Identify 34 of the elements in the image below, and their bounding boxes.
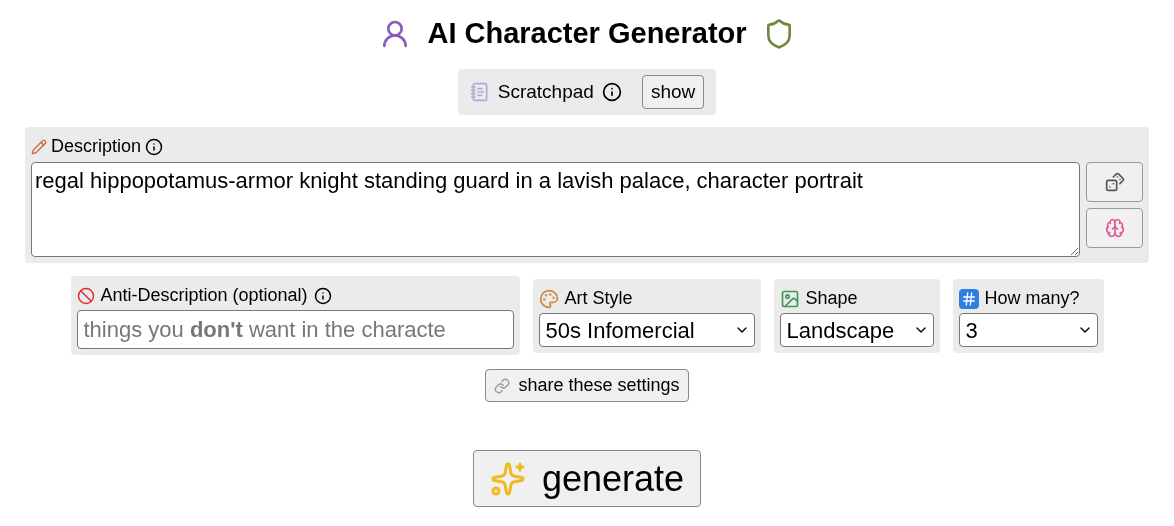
dropdown[interactable]: 3	[958, 313, 1098, 347]
info-icon[interactable]	[313, 286, 332, 305]
brain-icon	[1104, 218, 1125, 238]
dropdown[interactable]: Landscape	[779, 313, 934, 347]
info-icon[interactable]	[601, 81, 622, 102]
hash-icon	[958, 288, 979, 309]
select-label: How many?	[984, 287, 1080, 310]
pencil-icon	[31, 138, 47, 155]
link-icon	[494, 377, 511, 394]
page-title: AI Character Generator	[427, 16, 747, 51]
random-button[interactable]	[1086, 162, 1143, 202]
dropdown-value: Landscape	[786, 316, 895, 345]
brain-button[interactable]	[1086, 208, 1143, 248]
anti-description-field[interactable]: things you don't want in the characte	[76, 310, 514, 349]
dropdown-value: 3	[965, 316, 978, 345]
description-field[interactable]: regal hippopotamus-armor knight standing guard in a lavish palace, character portrait	[31, 162, 1080, 257]
anti-description-label: Anti-Description (optional)	[100, 284, 308, 307]
dropdown-value: 50s Infomercial	[545, 316, 695, 345]
share-button[interactable]: share these settings	[485, 369, 689, 402]
info-icon[interactable]	[145, 137, 164, 156]
notepad-icon	[469, 81, 490, 102]
dice-icon	[1104, 172, 1125, 192]
generate-button[interactable]: generate	[472, 450, 702, 507]
palette-icon	[538, 288, 559, 309]
show-button[interactable]: show	[641, 74, 705, 109]
prohibited-icon	[76, 286, 95, 305]
description-label: Description	[51, 135, 142, 158]
image-icon	[779, 288, 800, 309]
scratchpad-label: Scratchpad	[497, 79, 594, 104]
placeholder-text: things you don't want in the characte	[83, 316, 446, 344]
select-label: Art Style	[564, 287, 633, 310]
dropdown[interactable]: 50s Infomercial	[538, 313, 755, 347]
sparkles-icon	[489, 460, 526, 497]
select-label: Shape	[805, 287, 858, 310]
